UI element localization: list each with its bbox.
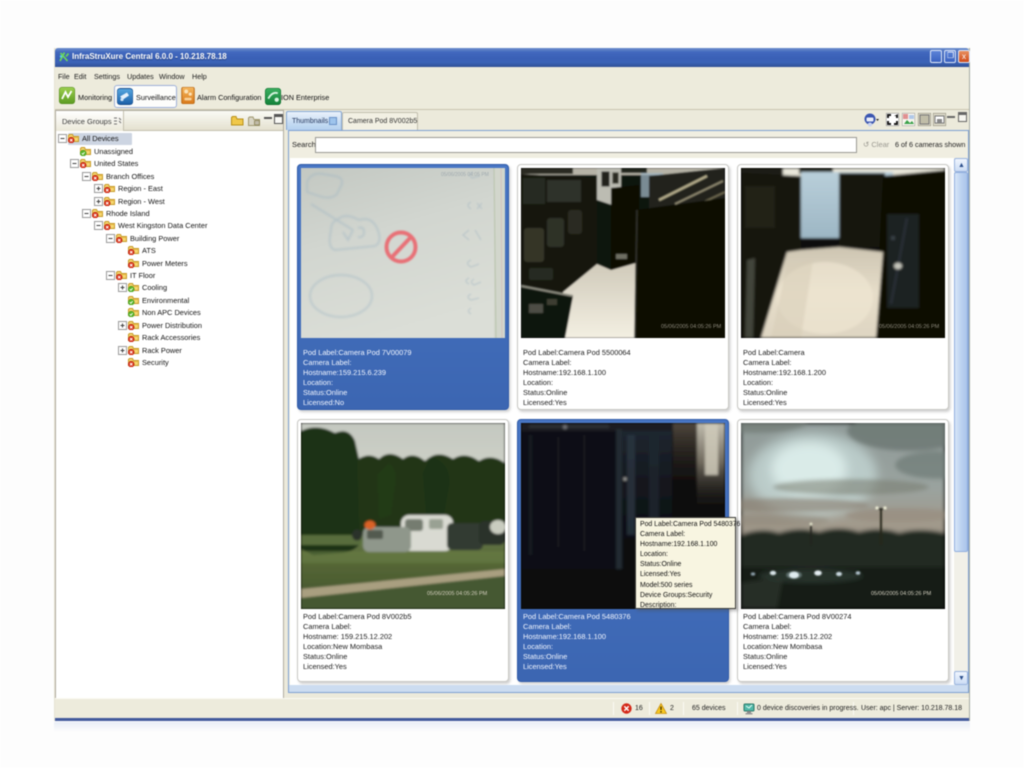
svg-text:05/06/2005 04:05 PM: 05/06/2005 04:05 PM [441, 172, 489, 178]
svg-text:05/06/2005 04:05:26 PM: 05/06/2005 04:05:26 PM [427, 591, 488, 597]
svg-text:05/06/2005 04:05:26 PM: 05/06/2005 04:05:26 PM [879, 324, 940, 330]
svg-text:05/06/2005 04:05:26 PM: 05/06/2005 04:05:26 PM [871, 591, 932, 597]
svg-text:05/06/2005 04:05:26 PM: 05/06/2005 04:05:26 PM [661, 324, 722, 330]
